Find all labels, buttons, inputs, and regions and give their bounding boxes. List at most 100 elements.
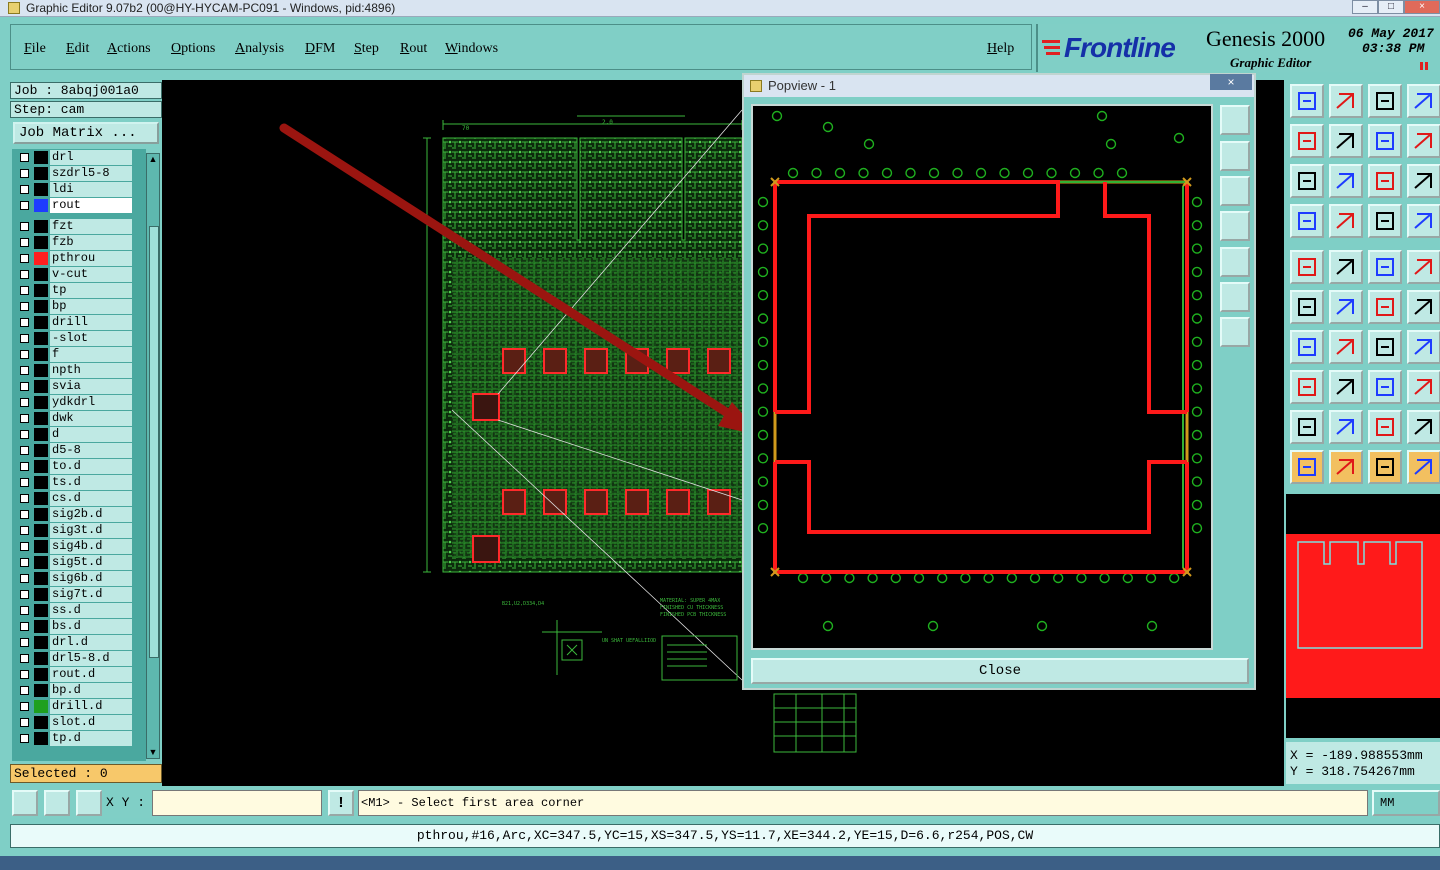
flip-icon[interactable] bbox=[1368, 124, 1402, 158]
layer-checkbox[interactable] bbox=[20, 270, 29, 279]
overview-panel[interactable] bbox=[1286, 494, 1440, 738]
layer-checkbox[interactable] bbox=[20, 350, 29, 359]
layer-name[interactable]: sig6b.d bbox=[50, 571, 132, 586]
popview-window[interactable]: Popview - 1 × Close bbox=[742, 73, 1256, 690]
layer-color-swatch[interactable] bbox=[34, 268, 48, 281]
zoom-area-icon[interactable] bbox=[1329, 84, 1363, 118]
layer-checkbox[interactable] bbox=[20, 185, 29, 194]
layer-color-swatch[interactable] bbox=[34, 652, 48, 665]
point-icon[interactable] bbox=[1407, 290, 1440, 324]
menu-step[interactable]: Step bbox=[354, 41, 379, 57]
layer-color-swatch[interactable] bbox=[34, 183, 48, 196]
layer-row[interactable]: drl.d bbox=[12, 635, 134, 650]
job-matrix-button[interactable]: Job Matrix ... bbox=[13, 122, 159, 144]
layer-color-swatch[interactable] bbox=[34, 524, 48, 537]
layer-color-swatch[interactable] bbox=[34, 572, 48, 585]
scroll-up-icon[interactable]: ▲ bbox=[148, 154, 158, 164]
menu-analysis[interactable]: Analysis bbox=[235, 41, 284, 57]
layer-name[interactable]: f bbox=[50, 347, 132, 362]
layer-color-swatch[interactable] bbox=[34, 716, 48, 729]
layer-color-swatch[interactable] bbox=[34, 588, 48, 601]
layer-name[interactable]: ydkdrl bbox=[50, 395, 132, 410]
triangle-icon[interactable] bbox=[1290, 410, 1324, 444]
layer-color-swatch[interactable] bbox=[34, 556, 48, 569]
layer-row[interactable]: d bbox=[12, 427, 134, 442]
minimize-button[interactable]: – bbox=[1352, 0, 1378, 14]
rotate-icon[interactable] bbox=[1407, 330, 1440, 364]
layer-name[interactable]: bp bbox=[50, 299, 132, 314]
layer-name[interactable]: cs.d bbox=[50, 491, 132, 506]
layer-name[interactable]: fzb bbox=[50, 235, 132, 250]
layer-color-swatch[interactable] bbox=[34, 684, 48, 697]
grid-view-icon[interactable] bbox=[1329, 204, 1363, 238]
layer-checkbox[interactable] bbox=[20, 542, 29, 551]
layer-color-swatch[interactable] bbox=[34, 412, 48, 425]
layer-name[interactable]: ts.d bbox=[50, 475, 132, 490]
pan-left-icon[interactable] bbox=[1290, 124, 1324, 158]
layer-name[interactable]: tp.d bbox=[50, 731, 132, 746]
menu-help[interactable]: Help bbox=[987, 41, 1014, 57]
layer-color-swatch[interactable] bbox=[34, 284, 48, 297]
layer-row[interactable]: ts.d bbox=[12, 475, 134, 490]
layer-color-swatch[interactable] bbox=[34, 396, 48, 409]
layer-name[interactable]: rout bbox=[50, 198, 132, 213]
layer-color-swatch[interactable] bbox=[34, 668, 48, 681]
menu-actions[interactable]: Actions bbox=[107, 41, 151, 57]
ratio-icon[interactable] bbox=[1368, 164, 1402, 198]
layer-row[interactable]: to.d bbox=[12, 459, 134, 474]
layer-row[interactable]: szdrl5-8 bbox=[12, 166, 134, 181]
arc-node-icon[interactable] bbox=[1368, 290, 1402, 324]
layer-row[interactable]: tp bbox=[12, 283, 134, 298]
pan-right-icon[interactable] bbox=[1329, 124, 1363, 158]
layer-checkbox[interactable] bbox=[20, 510, 29, 519]
units-select[interactable]: MM bbox=[1372, 790, 1440, 816]
layer-checkbox[interactable] bbox=[20, 574, 29, 583]
layer-name[interactable]: svia bbox=[50, 379, 132, 394]
layer-checkbox[interactable] bbox=[20, 622, 29, 631]
layer-checkbox[interactable] bbox=[20, 169, 29, 178]
layer-row[interactable]: sig5t.d bbox=[12, 555, 134, 570]
layer-name[interactable]: pthrou bbox=[50, 251, 132, 266]
layer-checkbox[interactable] bbox=[20, 638, 29, 647]
layer-checkbox[interactable] bbox=[20, 382, 29, 391]
layer-color-swatch[interactable] bbox=[34, 199, 48, 212]
layer-name[interactable]: ss.d bbox=[50, 603, 132, 618]
menu-windows[interactable]: Windows bbox=[445, 41, 498, 57]
help-icon[interactable] bbox=[1407, 164, 1440, 198]
xy-input[interactable] bbox=[152, 790, 322, 816]
layer-row[interactable]: sig7t.d bbox=[12, 587, 134, 602]
layer-name[interactable]: drill bbox=[50, 315, 132, 330]
fit-icon[interactable] bbox=[1290, 164, 1324, 198]
layer-color-swatch[interactable] bbox=[34, 348, 48, 361]
layer-color-swatch[interactable] bbox=[34, 236, 48, 249]
layer-color-swatch[interactable] bbox=[34, 428, 48, 441]
layer-color-swatch[interactable] bbox=[34, 492, 48, 505]
layer-color-swatch[interactable] bbox=[34, 252, 48, 265]
layer-checkbox[interactable] bbox=[20, 494, 29, 503]
layer-row[interactable]: ss.d bbox=[12, 603, 134, 618]
layer-checkbox[interactable] bbox=[20, 526, 29, 535]
center-icon[interactable] bbox=[1329, 164, 1363, 198]
circle-icon[interactable] bbox=[1407, 250, 1440, 284]
layer-row[interactable]: slot.d bbox=[12, 715, 134, 730]
layer-name[interactable]: bs.d bbox=[50, 619, 132, 634]
popview-titlebar[interactable]: Popview - 1 bbox=[744, 75, 1254, 97]
layer-color-swatch[interactable] bbox=[34, 300, 48, 313]
layer-checkbox[interactable] bbox=[20, 318, 29, 327]
select-box-icon[interactable] bbox=[1290, 370, 1324, 404]
layer-checkbox[interactable] bbox=[20, 430, 29, 439]
layer-color-swatch[interactable] bbox=[34, 508, 48, 521]
layer-checkbox[interactable] bbox=[20, 414, 29, 423]
draw-slash-icon[interactable] bbox=[1329, 330, 1363, 364]
layer-name[interactable]: bp.d bbox=[50, 683, 132, 698]
pointer-add-icon[interactable] bbox=[1329, 450, 1363, 484]
net-icon[interactable] bbox=[1368, 204, 1402, 238]
layer-row[interactable]: fzt bbox=[12, 219, 134, 234]
menu-file[interactable]: File bbox=[24, 41, 46, 57]
line-add-icon[interactable] bbox=[1329, 250, 1363, 284]
layer-row[interactable]: drl bbox=[12, 150, 134, 165]
layer-color-swatch[interactable] bbox=[34, 316, 48, 329]
layer-row[interactable]: sig2b.d bbox=[12, 507, 134, 522]
swap-icon[interactable] bbox=[1407, 124, 1440, 158]
home-icon[interactable] bbox=[1290, 84, 1324, 118]
